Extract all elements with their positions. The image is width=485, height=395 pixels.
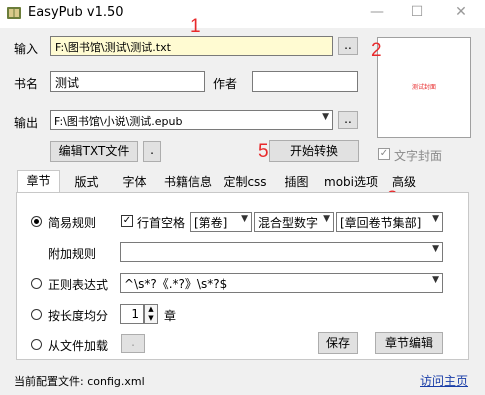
tab-illustration[interactable]: 插图: [274, 172, 319, 192]
tab-advanced[interactable]: 高级: [383, 172, 425, 192]
output-path-value: F:\图书馆\小说\测试.epub: [54, 115, 183, 128]
annotation-2: 2: [371, 40, 382, 61]
text-cover-label: 文字封面: [394, 149, 443, 163]
input-path-field[interactable]: F:\图书馆\测试\测试.txt: [50, 36, 333, 56]
edit-txt-button[interactable]: 编辑TXT文件: [50, 141, 138, 162]
input-browse-button[interactable]: ..: [338, 37, 358, 55]
volume-combo[interactable]: [第卷] ▼: [190, 212, 252, 232]
extra-rule-combo[interactable]: ▼: [120, 242, 443, 262]
cover-placeholder-text: 测试封面: [411, 84, 436, 91]
length-split-radio[interactable]: [31, 309, 42, 320]
length-split-label: 按长度均分: [48, 309, 109, 323]
save-button[interactable]: 保存: [318, 332, 358, 354]
volume-combo-value: [第卷]: [194, 216, 228, 230]
tab-chapter[interactable]: 章节: [17, 170, 60, 193]
minimize-button[interactable]: —: [368, 3, 386, 21]
chevron-down-icon: ▼: [432, 214, 439, 224]
from-file-radio[interactable]: [31, 339, 42, 350]
app-book-icon: [7, 7, 21, 19]
output-browse-button[interactable]: ..: [338, 111, 358, 129]
extra-rule-label: 附加规则: [48, 247, 97, 261]
length-value-field[interactable]: 1: [120, 304, 144, 324]
regex-radio[interactable]: [31, 278, 42, 289]
chevron-down-icon: ▼: [432, 244, 439, 254]
edit-txt-options-button[interactable]: .: [143, 141, 161, 162]
annotation-5: 5: [258, 141, 269, 162]
tab-mobi-options[interactable]: mobi选项: [322, 172, 380, 192]
from-file-label: 从文件加载: [48, 339, 109, 353]
chevron-down-icon: ▼: [323, 214, 330, 224]
chevron-down-icon: ▼: [432, 275, 439, 285]
length-unit-label: 章: [164, 309, 177, 323]
book-title-field[interactable]: 测试: [50, 71, 205, 92]
input-label: 输入: [14, 42, 39, 56]
simple-rule-radio[interactable]: [31, 216, 42, 227]
indent-label: 行首空格: [137, 216, 186, 230]
from-file-browse-button[interactable]: .: [121, 334, 145, 353]
tab-book-info[interactable]: 书籍信息: [160, 172, 216, 192]
tab-layout[interactable]: 版式: [64, 172, 109, 192]
chapter-rule-value: [章回卷节集部]: [340, 216, 422, 230]
chevron-down-icon: ▼: [241, 214, 248, 224]
close-button[interactable]: ✕: [452, 3, 470, 21]
tab-custom-css[interactable]: 定制css: [219, 172, 271, 192]
author-field[interactable]: [252, 71, 358, 92]
text-cover-checkbox[interactable]: ✓: [378, 148, 390, 160]
book-label: 书名: [14, 77, 39, 91]
output-path-combo[interactable]: F:\图书馆\小说\测试.epub ▼: [50, 110, 333, 130]
visit-homepage-link[interactable]: 访问主页: [420, 372, 468, 389]
regex-value: ^\s*?《.*?》\s*?$: [124, 277, 228, 291]
chapter-rule-combo[interactable]: [章回卷节集部] ▼: [336, 212, 443, 232]
annotation-1: 1: [190, 16, 201, 37]
stepper-up-icon[interactable]: ▲: [145, 305, 157, 314]
chevron-down-icon: ▼: [322, 112, 329, 122]
cover-preview[interactable]: 测试封面: [377, 37, 471, 138]
number-type-combo[interactable]: 混合型数字 ▼: [254, 212, 334, 232]
tab-font[interactable]: 字体: [112, 172, 157, 192]
length-stepper[interactable]: ▲ ▼: [144, 304, 158, 324]
indent-checkbox[interactable]: ✓: [121, 215, 133, 227]
window-title: EasyPub v1.50: [28, 5, 124, 20]
author-label: 作者: [213, 77, 238, 91]
regex-combo[interactable]: ^\s*?《.*?》\s*?$ ▼: [120, 273, 443, 293]
number-type-value: 混合型数字: [258, 216, 319, 230]
title-bar: EasyPub v1.50 — ☐ ✕: [0, 0, 485, 28]
chapter-edit-button[interactable]: 章节编辑: [375, 332, 443, 354]
start-convert-button[interactable]: 开始转换: [269, 140, 359, 162]
regex-label: 正则表达式: [48, 278, 109, 292]
config-status-text: 当前配置文件: config.xml: [14, 375, 145, 388]
output-label: 输出: [14, 116, 39, 130]
simple-rule-label: 简易规则: [48, 216, 97, 230]
maximize-button[interactable]: ☐: [408, 3, 426, 21]
stepper-down-icon[interactable]: ▼: [145, 314, 157, 323]
